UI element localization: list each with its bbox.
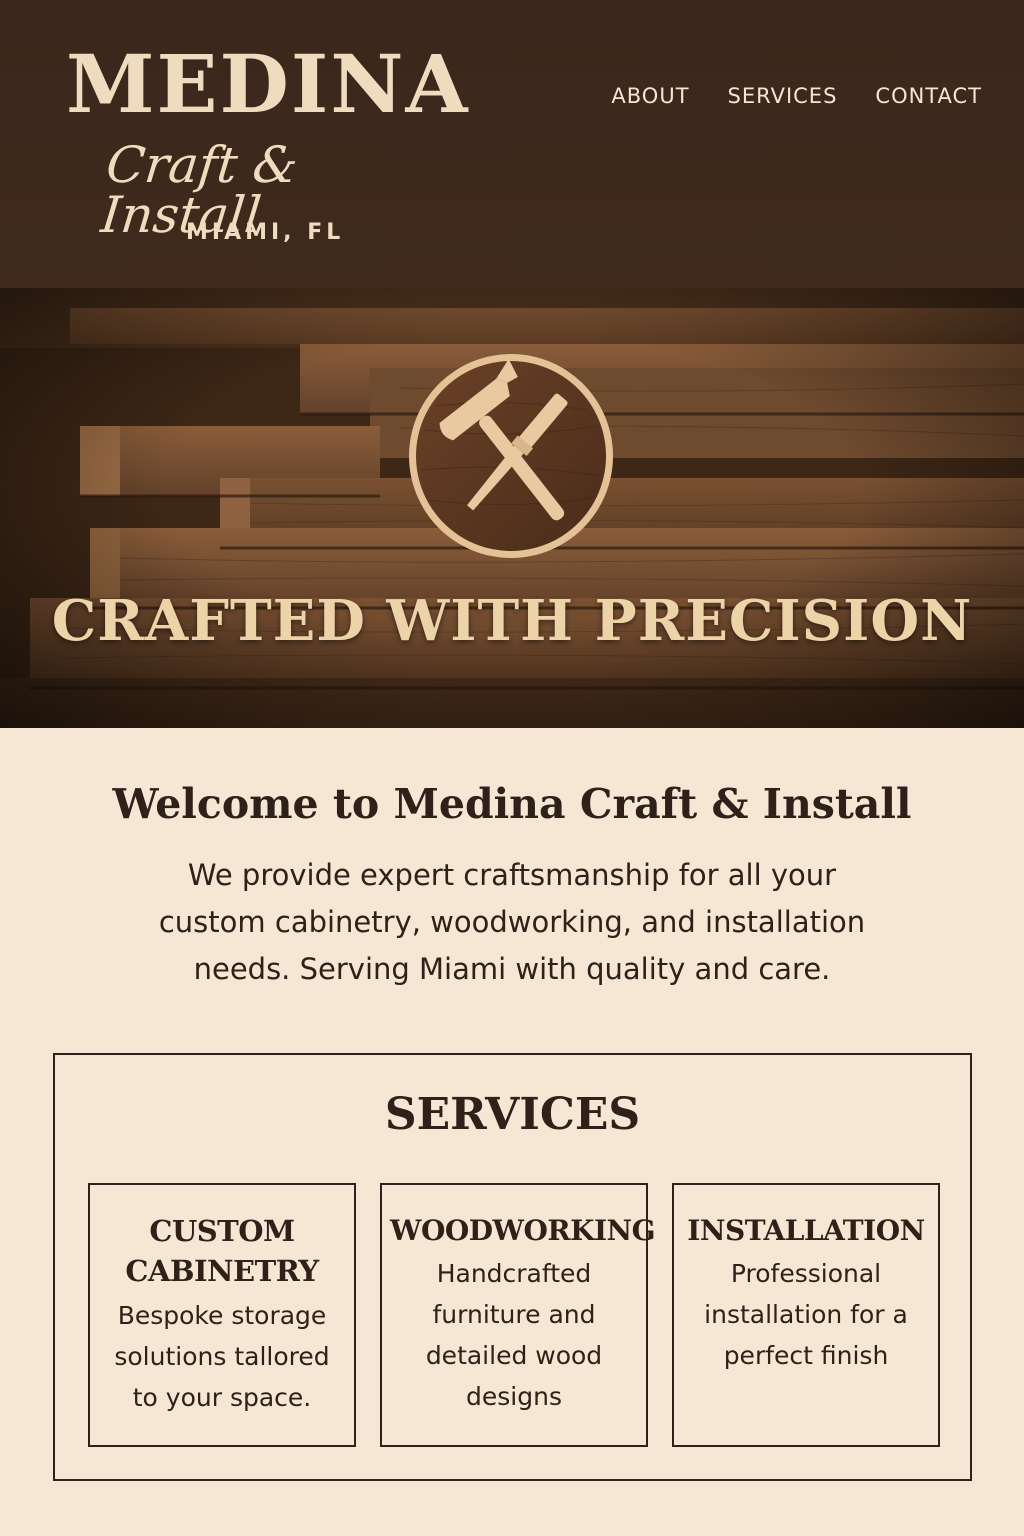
service-card-description: Professional installation for a perfect …: [704, 1259, 908, 1370]
nav-about-link[interactable]: ABOUT: [611, 84, 689, 108]
hammer-and-chisel-icon: [409, 354, 613, 558]
welcome-title: Welcome to Medina Craft & Install: [112, 780, 912, 828]
services-section: SERVICES CUSTOM CABINETRY Bespoke storag…: [53, 1053, 972, 1481]
service-card-installation[interactable]: INSTALLATION Professional installation f…: [672, 1183, 940, 1447]
service-card-custom-cabinetry[interactable]: CUSTOM CABINETRY Bespoke storage solutio…: [88, 1183, 356, 1447]
hero-title: CRAFTED WITH PRECISION: [51, 588, 973, 654]
service-card-woodworking[interactable]: WOODWORKING Handcrafted furniture and de…: [380, 1183, 656, 1447]
main-nav: ABOUT SERVICES CONTACT: [611, 84, 982, 108]
service-card-title: INSTALLATION: [687, 1214, 925, 1247]
services-title: SERVICES: [384, 1089, 641, 1140]
service-card-description: Handcrafted furniture and detailed wood …: [425, 1259, 603, 1411]
service-card-description: Bespoke storage solutions tallored to yo…: [114, 1301, 330, 1412]
nav-contact-link[interactable]: CONTACT: [875, 84, 982, 108]
service-card-title: CUSTOM CABINETRY: [125, 1214, 319, 1288]
page: MEDINA Craft & Install MIAMI, FL ABOUT S…: [0, 0, 1024, 1536]
site-header: MEDINA Craft & Install MIAMI, FL ABOUT S…: [0, 0, 1024, 288]
hero-banner: CRAFTED WITH PRECISION: [0, 288, 1024, 728]
brand-name[interactable]: MEDINA: [66, 44, 468, 124]
service-card-title: WOODWORKING: [390, 1214, 656, 1247]
welcome-text: We provide expert craftsmanship for all …: [158, 858, 866, 986]
nav-services-link[interactable]: SERVICES: [728, 84, 838, 108]
brand-location: MIAMI, FL: [186, 220, 345, 245]
